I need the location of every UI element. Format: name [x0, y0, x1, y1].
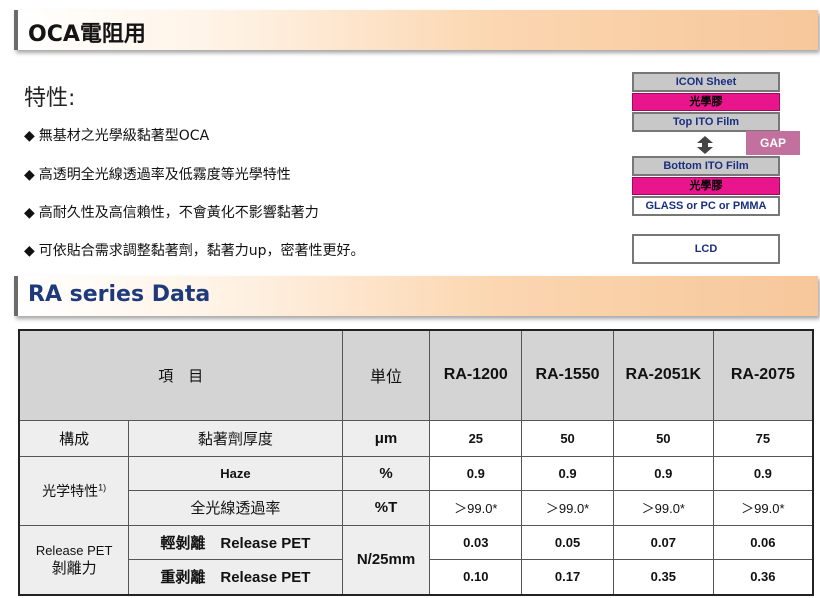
section-banner-oca: OCA電阻用: [14, 10, 818, 50]
header-item: 項 目: [18, 329, 343, 421]
row-unit: %: [341, 455, 431, 491]
diamond-bullet-icon: ◆: [24, 128, 35, 144]
features-heading: 特性:: [24, 86, 76, 111]
section-banner-ra-series: RA series Data: [14, 276, 818, 316]
table-cell: 50: [612, 419, 714, 457]
layer-bottom-ito-film: Bottom ITO Film: [632, 156, 780, 176]
header-product: RA-1200: [429, 329, 523, 421]
header-unit: 単位: [341, 329, 431, 421]
table-cell: 0.9: [612, 455, 714, 491]
section-title: OCA電阻用: [28, 22, 146, 47]
table-cell: 0.03: [429, 524, 523, 560]
row-label: Haze: [128, 455, 343, 491]
row-label: 輕剝離 Release PET: [128, 524, 343, 560]
row-label: 黏著劑厚度: [128, 419, 343, 457]
layer-optical-adhesive-top: 光學膠: [632, 93, 780, 111]
table-cell: 50: [521, 419, 614, 457]
table-cell: 0.10: [429, 558, 523, 596]
feature-item: ◆ 高耐久性及高信賴性，不會黃化不影響黏著力: [24, 202, 319, 222]
group-text: 光学特性: [42, 482, 99, 499]
table-cell: 0.9: [712, 455, 814, 491]
header-product: RA-2075: [712, 329, 814, 421]
row-unit: %T: [341, 489, 431, 526]
double-arrow-icon: [697, 136, 713, 154]
table-cell: 0.05: [521, 524, 614, 560]
row-label: 全光線透過率: [128, 489, 343, 526]
footnote-marker: 1): [98, 481, 107, 492]
table-cell: ＞99.0*: [429, 489, 523, 526]
table-cell: 0.36: [712, 558, 814, 596]
table-cell: 0.06: [712, 524, 814, 560]
row-group-label: 構成: [18, 419, 130, 457]
ra-series-table: 項 目 単位 RA-1200 RA-1550 RA-2051K RA-2075 …: [18, 329, 814, 596]
table-row: 構成 黏著劑厚度 μm 25 50 50 75: [18, 419, 814, 457]
feature-text: 可依貼合需求調整黏著劑，黏著力up，密著性更好。: [38, 243, 365, 259]
table-cell: 0.17: [521, 558, 614, 596]
table-row: Release PET 剝離力 輕剝離 Release PET N/25mm 0.…: [18, 524, 814, 596]
table-cell: ＞99.0*: [612, 489, 714, 526]
layer-icon-sheet: ICON Sheet: [632, 72, 780, 92]
table-cell: 0.9: [521, 455, 614, 491]
row-group-label-optical: 光学特性1): [18, 455, 130, 526]
table-cell: 25: [429, 419, 523, 457]
table-cell: 0.35: [612, 558, 714, 596]
row-unit: μm: [341, 419, 431, 457]
layer-optical-adhesive-bottom: 光學膠: [632, 177, 780, 195]
table-cell: 75: [712, 419, 814, 457]
layer-gap: GAP: [746, 131, 800, 155]
diamond-bullet-icon: ◆: [24, 167, 35, 183]
feature-item: ◆ 高透明全光線透過率及低霧度等光學特性: [24, 164, 291, 184]
layer-top-ito-film: Top ITO Film: [632, 112, 780, 132]
table-cell: ＞99.0*: [712, 489, 814, 526]
feature-item: ◆ 可依貼合需求調整黏著劑，黏著力up，密著性更好。: [24, 240, 365, 260]
group-text: 剝離力: [51, 559, 97, 577]
header-product: RA-2051K: [612, 329, 714, 421]
row-unit: N/25mm: [341, 524, 431, 596]
diamond-bullet-icon: ◆: [24, 243, 35, 259]
table-header-row: 項 目 単位 RA-1200 RA-1550 RA-2051K RA-2075: [18, 329, 814, 421]
group-text: Release PET: [35, 542, 113, 558]
table-row: 光学特性1) Haze % 0.9 0.9 0.9 0.9: [18, 455, 814, 526]
table-cell: ＞99.0*: [521, 489, 614, 526]
feature-item: ◆ 無基材之光學級黏著型OCA: [24, 125, 209, 145]
feature-text: 高耐久性及高信賴性，不會黃化不影響黏著力: [38, 205, 319, 221]
header-product: RA-1550: [521, 329, 614, 421]
table-cell: 0.9: [429, 455, 523, 491]
layer-substrate: GLASS or PC or PMMA: [632, 196, 780, 216]
layer-lcd: LCD: [632, 234, 780, 264]
section-title: RA series Data: [28, 282, 211, 307]
feature-text: 高透明全光線透過率及低霧度等光學特性: [38, 167, 291, 183]
feature-text: 無基材之光學級黏著型OCA: [38, 128, 210, 144]
row-label: 重剥離 Release PET: [128, 558, 343, 596]
table-cell: 0.07: [612, 524, 714, 560]
table-row: 全光線透過率 %T ＞99.0* ＞99.0* ＞99.0* ＞99.0*: [19, 489, 814, 526]
diamond-bullet-icon: ◆: [24, 205, 35, 221]
row-group-label-release: Release PET 剝離力: [18, 524, 130, 596]
